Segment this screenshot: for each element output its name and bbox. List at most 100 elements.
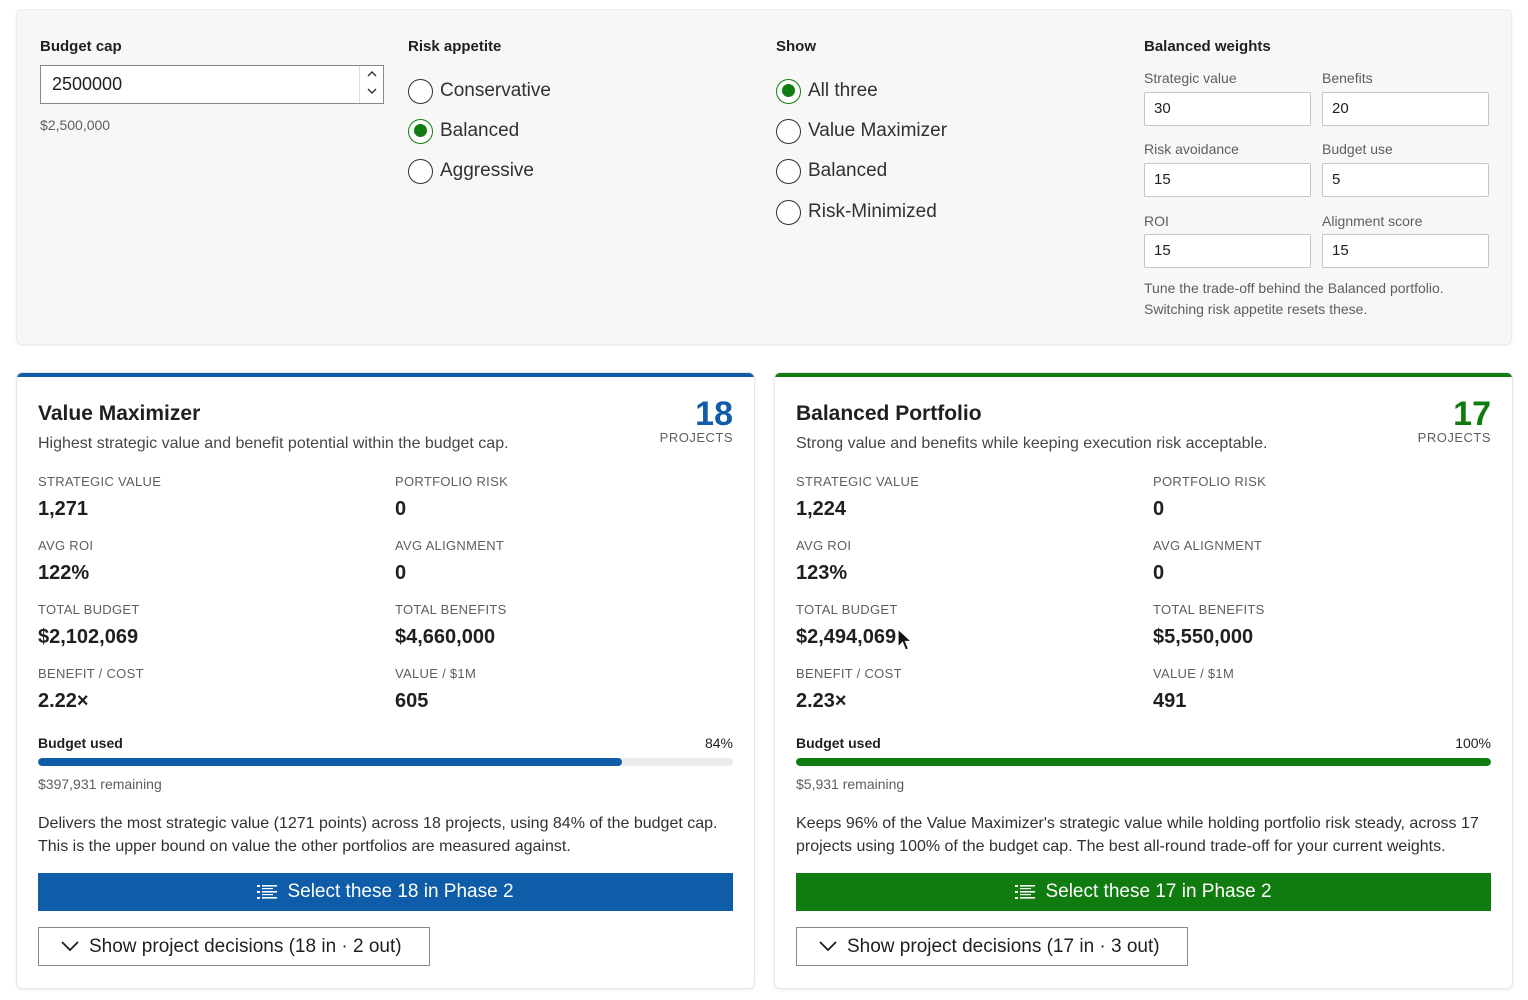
budget-used-percent: 100%	[1455, 735, 1491, 751]
metric-benefit-cost-value: 2.22×	[38, 690, 89, 712]
budget-cap-formatted: $2,500,000	[40, 117, 111, 133]
radio-label: Conservative	[440, 80, 551, 101]
budget-cap-title: Budget cap	[40, 38, 122, 55]
card-description: Highest strategic value and benefit pote…	[38, 435, 509, 452]
weight-alignment-label: Alignment score	[1322, 213, 1423, 229]
radio-unchecked-icon[interactable]	[776, 118, 801, 144]
portfolio-card-value-maximizer: Value Maximizer Highest strategic value …	[16, 372, 755, 989]
project-count: 18	[695, 395, 733, 433]
radio-checked-icon[interactable]	[776, 78, 801, 104]
metric-roi-label: AVG ROI	[38, 538, 94, 553]
portfolio-controls-panel: Budget cap 2500000 $2,500,000 Risk appet…	[16, 9, 1512, 345]
radio-label: Balanced	[440, 120, 520, 141]
spin-down-icon[interactable]	[360, 84, 383, 102]
metric-alignment-value: 0	[395, 562, 407, 584]
weight-alignment-input[interactable]: 15	[1322, 234, 1489, 268]
metric-budget-label: TOTAL BUDGET	[38, 602, 140, 617]
card-accent-bar	[775, 373, 1512, 377]
risk-option-aggressive[interactable]: Aggressive	[408, 158, 534, 184]
card-title: Balanced Portfolio	[796, 402, 982, 425]
metric-risk-label: PORTFOLIO RISK	[1153, 474, 1267, 489]
project-count: 17	[1453, 395, 1491, 433]
budget-used-progress-bar	[796, 758, 1491, 766]
card-summary: Delivers the most strategic value (1271 …	[38, 815, 718, 855]
risk-appetite-title: Risk appetite	[408, 38, 502, 55]
risk-option-conservative[interactable]: Conservative	[408, 78, 551, 104]
weights-help-line: Switching risk appetite resets these.	[1144, 301, 1368, 317]
show-option-value-maximizer[interactable]: Value Maximizer	[776, 118, 947, 144]
metric-benefit-cost-label: BENEFIT / COST	[38, 666, 144, 681]
metric-benefits-value: $4,660,000	[395, 626, 496, 648]
card-description: Strong value and benefits while keeping …	[796, 435, 1268, 452]
metric-risk-value: 0	[1153, 498, 1165, 520]
weight-strategic-label: Strategic value	[1144, 70, 1237, 86]
select-phase2-label: Select these 17 in Phase 2	[1045, 881, 1272, 902]
metric-benefits-label: TOTAL BENEFITS	[1153, 602, 1265, 617]
metric-roi-value: 122%	[38, 562, 90, 584]
radio-checked-icon[interactable]	[408, 118, 433, 144]
metric-benefits-label: TOTAL BENEFITS	[395, 602, 507, 617]
metric-strategic-value: 1,271	[38, 498, 89, 520]
weight-strategic-input[interactable]: 30	[1144, 92, 1311, 126]
select-phase2-label: Select these 18 in Phase 2	[287, 881, 514, 902]
metric-strategic-value: 1,224	[796, 498, 847, 520]
mouse-pointer-icon	[897, 627, 914, 657]
show-decisions-button[interactable]: Show project decisions (18 in · 2 out)	[38, 927, 430, 966]
metric-benefits-value: $5,550,000	[1153, 626, 1254, 648]
checklist-icon	[257, 884, 278, 900]
chevron-down-icon	[61, 941, 79, 952]
metric-budget-label: TOTAL BUDGET	[796, 602, 898, 617]
weight-budget-input[interactable]: 5	[1322, 163, 1489, 197]
weight-benefits-label: Benefits	[1322, 70, 1373, 86]
metric-risk-label: PORTFOLIO RISK	[395, 474, 509, 489]
weights-help-line: Tune the trade-off behind the Balanced p…	[1144, 280, 1444, 296]
show-option-all-three[interactable]: All three	[776, 78, 878, 104]
metric-alignment-value: 0	[1153, 562, 1165, 584]
radio-label: Aggressive	[440, 160, 534, 181]
risk-option-balanced[interactable]: Balanced	[408, 118, 519, 144]
show-option-balanced[interactable]: Balanced	[776, 158, 887, 184]
project-count-label: PROJECTS	[1417, 430, 1491, 445]
select-phase2-button[interactable]: Select these 18 in Phase 2	[38, 873, 733, 911]
metric-value-per-million-value: 605	[395, 690, 429, 712]
radio-label: All three	[808, 80, 878, 101]
radio-unchecked-icon[interactable]	[408, 158, 433, 184]
weight-risk-label: Risk avoidance	[1144, 141, 1239, 157]
weight-roi-input[interactable]: 15	[1144, 234, 1311, 268]
show-decisions-button[interactable]: Show project decisions (17 in · 3 out)	[796, 927, 1188, 966]
budget-used-progress-fill	[38, 758, 622, 766]
metric-roi-label: AVG ROI	[796, 538, 852, 553]
metric-budget-value: $2,494,069	[796, 626, 897, 648]
select-phase2-button[interactable]: Select these 17 in Phase 2	[796, 873, 1491, 911]
budget-cap-input[interactable]: 2500000	[40, 65, 384, 104]
radio-label: Balanced	[808, 160, 888, 181]
metric-benefit-cost-label: BENEFIT / COST	[796, 666, 902, 681]
metric-risk-value: 0	[395, 498, 407, 520]
project-count-label: PROJECTS	[659, 430, 733, 445]
card-title: Value Maximizer	[38, 402, 201, 425]
metric-roi-value: 123%	[796, 562, 848, 584]
card-summary: Keeps 96% of the Value Maximizer's strat…	[796, 815, 1479, 855]
budget-cap-spinner[interactable]	[359, 66, 383, 103]
show-title: Show	[776, 38, 816, 55]
show-option-risk-minimized[interactable]: Risk-Minimized	[776, 199, 937, 225]
portfolio-card-balanced: Balanced Portfolio Strong value and bene…	[774, 372, 1513, 989]
budget-used-label: Budget used	[38, 735, 123, 751]
metric-strategic-label: STRATEGIC VALUE	[796, 474, 920, 489]
budget-remaining: $5,931 remaining	[796, 776, 905, 792]
metric-strategic-label: STRATEGIC VALUE	[38, 474, 162, 489]
weights-help-text: Tune the trade-off behind the Balanced p…	[1144, 278, 1474, 320]
show-decisions-label: Show project decisions (17 in · 3 out)	[847, 935, 1160, 957]
radio-unchecked-icon[interactable]	[408, 78, 433, 104]
budget-used-progress-fill	[796, 758, 1491, 766]
radio-unchecked-icon[interactable]	[776, 158, 801, 184]
radio-unchecked-icon[interactable]	[776, 199, 801, 225]
budget-used-label: Budget used	[796, 735, 881, 751]
weight-benefits-input[interactable]: 20	[1322, 92, 1489, 126]
metric-value-per-million-label: VALUE / $1M	[395, 666, 477, 681]
spin-up-icon[interactable]	[360, 66, 383, 84]
weight-budget-label: Budget use	[1322, 141, 1393, 157]
card-accent-bar	[17, 373, 754, 377]
weight-risk-input[interactable]: 15	[1144, 163, 1311, 197]
budget-used-progress-bar	[38, 758, 733, 766]
